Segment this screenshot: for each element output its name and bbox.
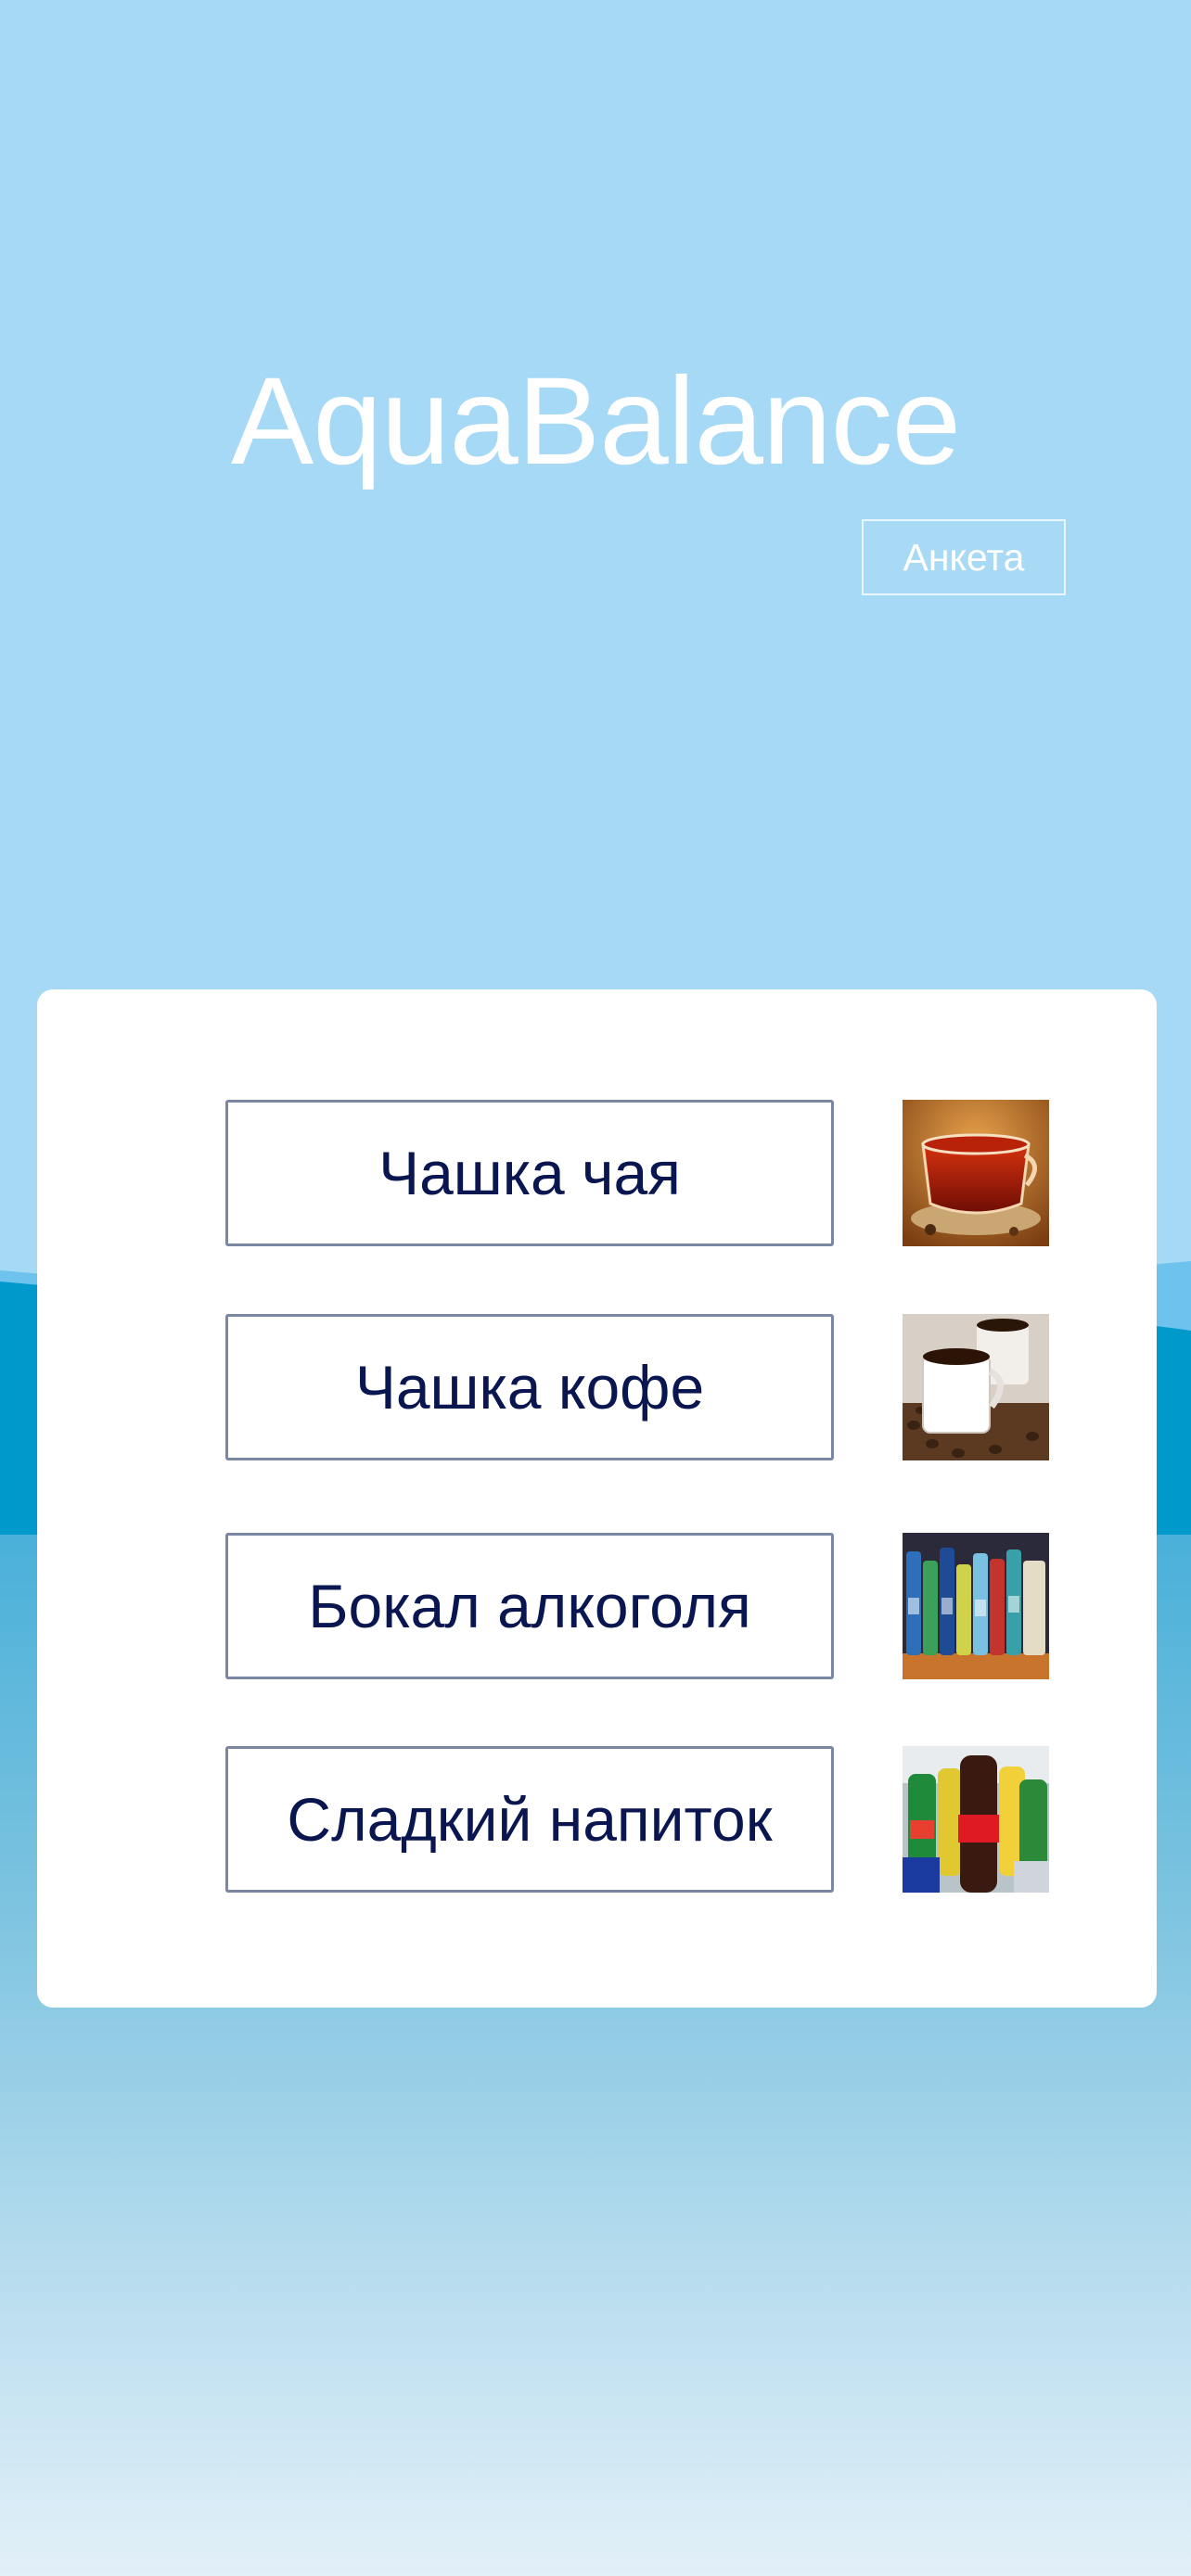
drink-selection-card: Чашка чая Чашка кофе Бокал алкоголя Слад… bbox=[37, 989, 1157, 2008]
coffee-cups-image bbox=[903, 1314, 1049, 1460]
sweet-drink-button[interactable]: Сладкий напиток bbox=[225, 1746, 834, 1893]
alcohol-glass-button[interactable]: Бокал алкоголя bbox=[225, 1533, 834, 1679]
alcohol-bottles-image bbox=[903, 1533, 1049, 1679]
soda-bottles-image bbox=[903, 1746, 1049, 1893]
tea-cup-button[interactable]: Чашка чая bbox=[225, 1100, 834, 1246]
tea-cup-image bbox=[903, 1100, 1049, 1246]
app-title: AquaBalance bbox=[230, 352, 961, 491]
drink-row-sweet: Сладкий напиток bbox=[37, 1746, 1157, 1893]
drink-row-coffee: Чашка кофе bbox=[37, 1314, 1157, 1460]
drink-row-alcohol: Бокал алкоголя bbox=[37, 1533, 1157, 1679]
survey-button[interactable]: Анкета bbox=[862, 519, 1066, 595]
coffee-cup-button[interactable]: Чашка кофе bbox=[225, 1314, 834, 1460]
drink-row-tea: Чашка чая bbox=[37, 1100, 1157, 1246]
